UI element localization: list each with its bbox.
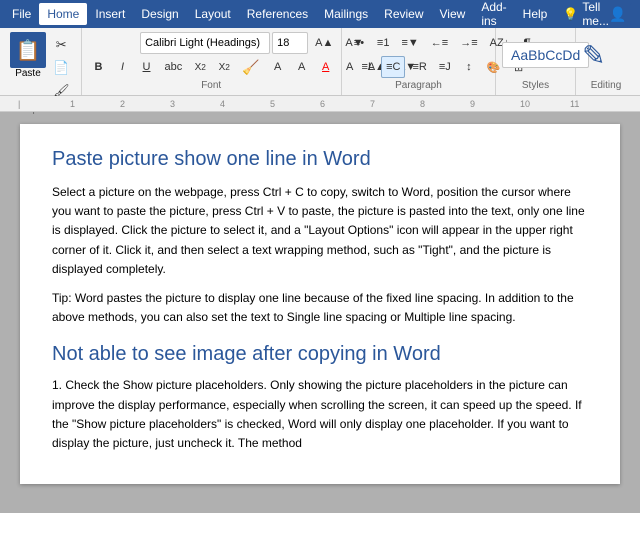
- line-spacing-button[interactable]: ↕: [458, 56, 480, 78]
- lightbulb-icon: 💡: [563, 7, 578, 21]
- numbering-button[interactable]: ≡1: [372, 32, 395, 54]
- editing-label: Editing: [582, 78, 630, 91]
- align-center-button[interactable]: ≡C: [381, 56, 405, 78]
- underline-button[interactable]: U: [136, 56, 158, 78]
- text-color-button[interactable]: A: [315, 56, 337, 78]
- align-left-button[interactable]: ≡L: [357, 56, 380, 78]
- cut-button[interactable]: ✂: [48, 34, 75, 56]
- share-button[interactable]: 🔗 Share: [630, 3, 640, 25]
- superscript-button[interactable]: X2: [213, 56, 235, 78]
- styles-group: AaBbCcDd Styles: [496, 28, 576, 95]
- increase-font-button[interactable]: A▲: [310, 32, 338, 54]
- justify-button[interactable]: ≡J: [434, 56, 456, 78]
- multilevel-button[interactable]: ≡▼: [396, 32, 423, 54]
- paste-label: Paste: [15, 68, 41, 79]
- clear-format-button[interactable]: 🧹: [237, 56, 264, 78]
- paste-icon: 📋: [10, 32, 46, 68]
- copy-button[interactable]: 📄: [48, 57, 75, 79]
- ruler: | 1 2 3 4 5 6 7 8 9 10 11: [0, 96, 640, 112]
- document-page: Paste picture show one line in Word Sele…: [20, 124, 620, 484]
- italic-button[interactable]: I: [112, 56, 134, 78]
- bold-button[interactable]: B: [88, 56, 110, 78]
- document-area: Paste picture show one line in Word Sele…: [0, 112, 640, 513]
- document-tip[interactable]: Tip: Word pastes the picture to display …: [52, 289, 588, 327]
- document-body1[interactable]: Select a picture on the webpage, press C…: [52, 183, 588, 279]
- font-group: A▲ A▼ B I U abc X2 X2 🧹 A A A A A▲ A▼ Fo…: [82, 28, 342, 95]
- menu-design[interactable]: Design: [133, 3, 186, 25]
- paragraph-label: Paragraph: [348, 78, 489, 91]
- increase-indent-button[interactable]: →≡: [455, 32, 482, 54]
- menu-layout[interactable]: Layout: [187, 3, 239, 25]
- font-label: Font: [88, 78, 335, 91]
- font-size-input[interactable]: [272, 32, 308, 54]
- paragraph-group: ≡• ≡1 ≡▼ ←≡ →≡ AZ↓ ¶ ≡L ≡C ≡R ≡J ↕ 🎨 ⊞ P…: [342, 28, 496, 95]
- menu-bar: File Home Insert Design Layout Reference…: [0, 0, 640, 28]
- highlight-button[interactable]: A: [291, 56, 313, 78]
- editing-group: ✎ Editing: [576, 28, 636, 95]
- tell-me-text: Tell me...: [582, 0, 609, 28]
- font-name-input[interactable]: [140, 32, 270, 54]
- document-body2[interactable]: 1. Check the Show picture placeholders. …: [52, 376, 588, 453]
- person-icon: 👤: [609, 6, 626, 23]
- menu-help[interactable]: Help: [515, 3, 556, 25]
- clipboard-group: 📋 Paste ✂ 📄 🖌 Clipboard: [4, 28, 82, 95]
- menu-view[interactable]: View: [432, 3, 474, 25]
- styles-label: Styles: [502, 78, 569, 91]
- menu-mailings[interactable]: Mailings: [316, 3, 376, 25]
- document-title1: Paste picture show one line in Word: [52, 148, 588, 171]
- menu-references[interactable]: References: [239, 3, 316, 25]
- ribbon: 📋 Paste ✂ 📄 🖌 Clipboard A▲ A▼ B: [0, 28, 640, 96]
- align-right-button[interactable]: ≡R: [407, 56, 431, 78]
- decrease-indent-button[interactable]: ←≡: [426, 32, 453, 54]
- menu-file[interactable]: File: [4, 3, 39, 25]
- menu-home[interactable]: Home: [39, 3, 87, 25]
- bullets-button[interactable]: ≡•: [348, 32, 370, 54]
- font-color-button[interactable]: A: [267, 56, 289, 78]
- styles-preview: AaBbCcDd: [511, 47, 580, 63]
- share-area: 👤 🔗 Share: [609, 3, 640, 25]
- editing-icon: ✎: [582, 39, 605, 72]
- strikethrough-button[interactable]: abc: [160, 56, 188, 78]
- menu-insert[interactable]: Insert: [87, 3, 133, 25]
- document-title2: Not able to see image after copying in W…: [52, 343, 588, 366]
- subscript-button[interactable]: X2: [189, 56, 211, 78]
- menu-review[interactable]: Review: [376, 3, 431, 25]
- tell-me-bar[interactable]: 💡 Tell me...: [563, 0, 609, 28]
